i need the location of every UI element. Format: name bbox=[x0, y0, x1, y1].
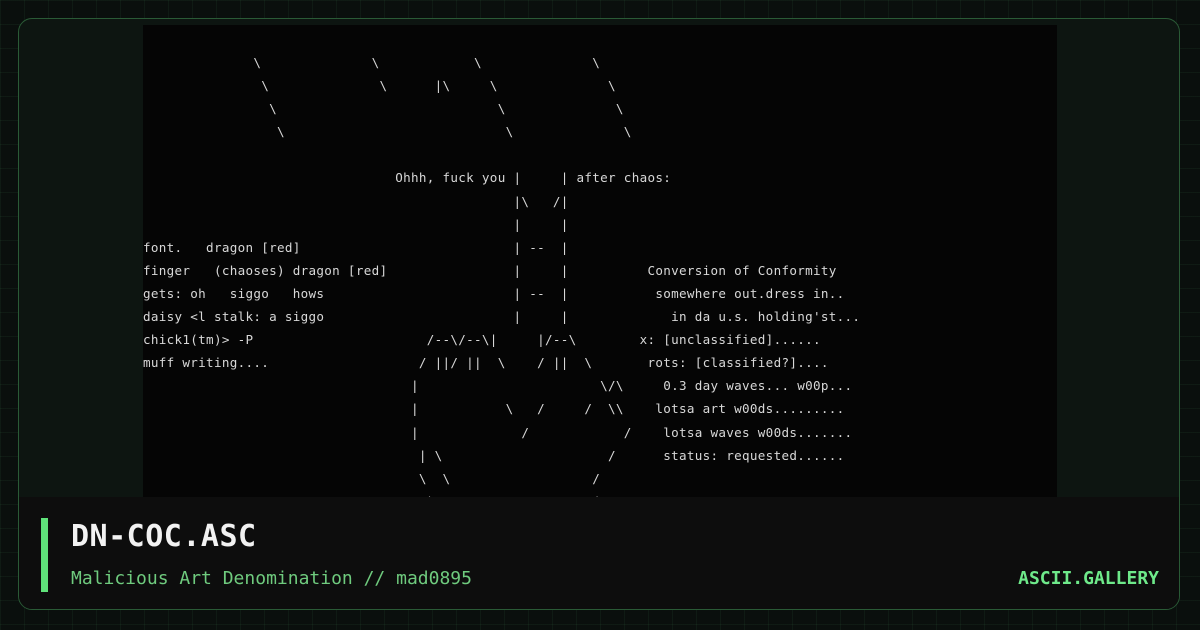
file-title: DN-COC.ASC bbox=[71, 519, 257, 554]
site-name[interactable]: ASCII.GALLERY bbox=[1018, 567, 1159, 591]
accent-bar bbox=[41, 518, 48, 592]
artwork-card: \ \ \ \ \ \ |\ \ \ \ \ \ \ \ \ Ohhh, fuc… bbox=[18, 18, 1180, 610]
file-subtitle: Malicious Art Denomination // mad0895 bbox=[71, 568, 472, 589]
ascii-art-panel: \ \ \ \ \ \ |\ \ \ \ \ \ \ \ \ Ohhh, fuc… bbox=[143, 25, 1057, 501]
info-bar: DN-COC.ASC Malicious Art Denomination //… bbox=[19, 497, 1179, 609]
ascii-art-text: \ \ \ \ \ \ |\ \ \ \ \ \ \ \ \ Ohhh, fuc… bbox=[143, 55, 861, 501]
